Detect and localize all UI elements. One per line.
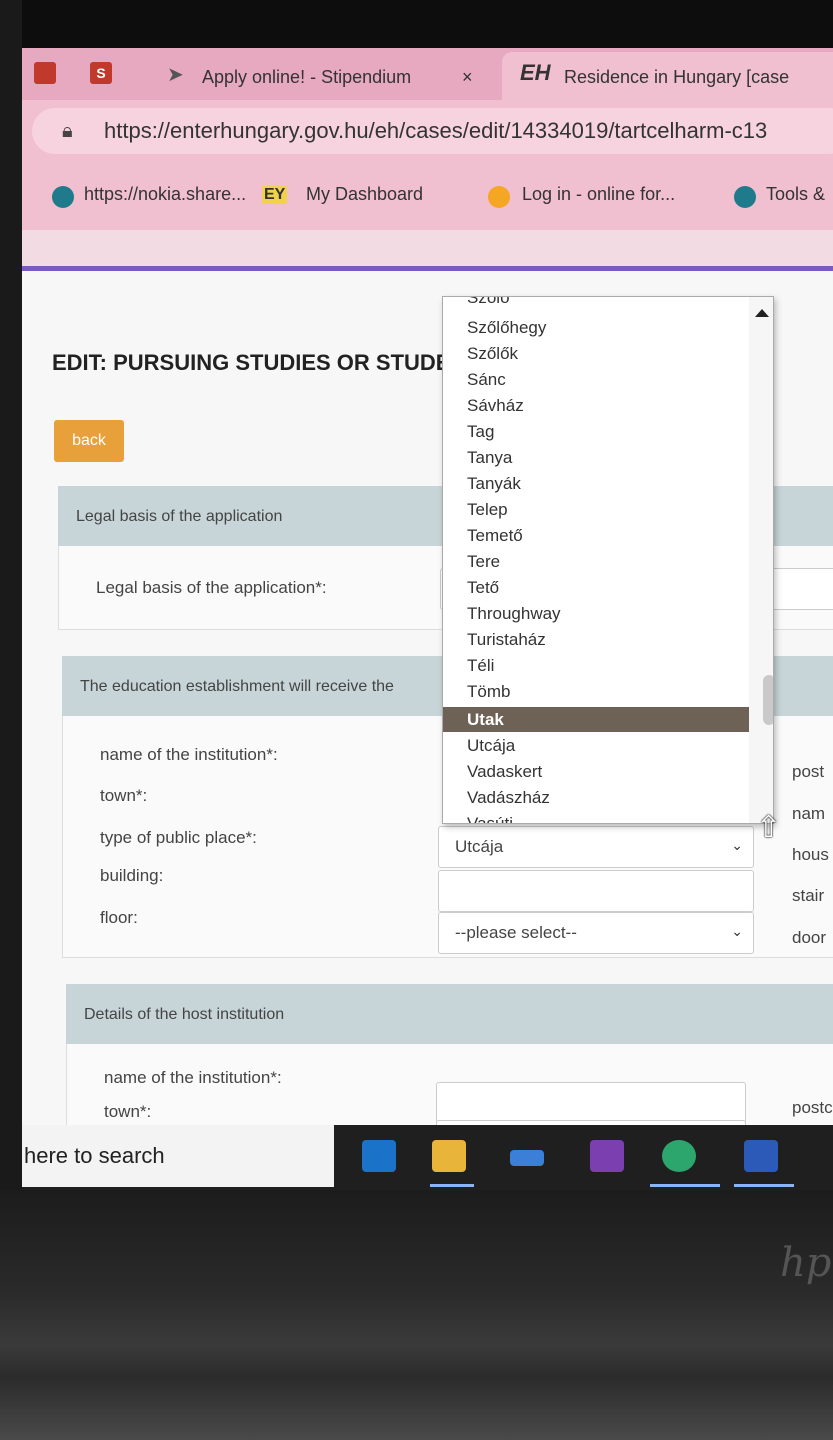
host-postcode-label: postc [792,1098,833,1117]
bookmark-nokia[interactable]: https://nokia.share... [84,184,246,205]
dropdown-option[interactable]: Tető [443,575,759,600]
floor-value: --please select-- [455,923,577,942]
host-institution-name-label: name of the institution*: [104,1068,282,1087]
sharepoint-icon [52,186,74,208]
app-icon[interactable] [510,1150,544,1166]
host-institution-header: Details of the host institution [66,984,833,1044]
dropdown-option[interactable]: Vadaskert [443,759,759,784]
url-text[interactable]: https://enterhungary.gov.hu/eh/cases/edi… [104,118,767,144]
dropdown-option[interactable]: Sávház [443,393,759,418]
dropdown-option[interactable]: Throughway [443,601,759,626]
word-active-indicator [734,1184,794,1187]
staircase-label: stair [792,886,825,905]
chevron-down-icon: ⌄ [731,923,743,939]
lock-icon[interactable]: 🔒︎ [62,120,73,143]
dropdown-option[interactable]: Temető [443,523,759,548]
taskbar-search-text[interactable]: here to search [24,1143,165,1169]
dropdown-option[interactable]: Vadászház [443,785,759,810]
word-icon[interactable] [744,1140,778,1172]
host-town-label: town*: [104,1102,152,1121]
dropdown-option[interactable]: Tanya [443,445,759,470]
dropdown-option[interactable]: Tanyák [443,471,759,496]
scroll-up-arrow-icon[interactable] [755,309,769,317]
legal-basis-header-text: Legal basis of the application [76,508,283,525]
onenote-icon[interactable] [590,1140,624,1172]
dropdown-option[interactable]: Szőlőhegy [443,315,759,340]
dropdown-option[interactable]: Turistaház [443,627,759,652]
page-header-strip [22,230,833,270]
hp-logo-icon: hp [780,1240,832,1286]
dropdown-option[interactable]: Szőlők [443,341,759,366]
dropdown-scrollbar[interactable] [749,297,773,823]
dropdown-option[interactable]: Tag [443,419,759,444]
dropdown-option[interactable]: Tere [443,549,759,574]
dropdown-option[interactable]: Téli [443,653,759,678]
outlook-icon[interactable] [362,1140,396,1172]
edge-icon[interactable] [662,1140,696,1172]
mouse-cursor-icon: ⇧ [756,811,782,844]
chevron-down-icon: ⌄ [731,837,743,853]
pinned-tab-s-icon[interactable]: S [90,62,112,84]
door-label: door [792,928,827,947]
screen: S ➤ Apply online! - Stipendium × EH Resi… [22,0,833,1200]
house-label: hous [792,845,829,864]
building-input[interactable] [438,870,754,912]
floor-select[interactable]: --please select-- ⌄ [438,912,754,954]
bookmark-my-dashboard[interactable]: My Dashboard [306,184,423,205]
tab-residence-label[interactable]: Residence in Hungary [case [564,60,789,94]
ey-icon: EY [262,186,288,204]
file-explorer-active-indicator [430,1184,474,1187]
app-icon[interactable] [34,62,56,84]
public-place-type-value: Utcája [455,837,504,856]
edge-active-indicator [650,1184,720,1187]
send-icon: ➤ [167,64,184,86]
postcode-label: post [792,762,825,781]
building-label: building: [100,866,164,885]
dropdown-option[interactable]: Szőlő [443,297,759,310]
public-place-type-label: type of public place*: [100,828,257,847]
bookmark-tools[interactable]: Tools & [766,184,825,205]
login-icon [488,186,510,208]
public-place-type-dropdown[interactable]: Szőlő Szőlőhegy Szőlők Sánc Sávház Tag T… [442,296,774,824]
host-institution-header-text: Details of the host institution [84,1006,285,1023]
institution-name-label: name of the institution*: [100,745,278,764]
public-place-type-select[interactable]: Utcája ⌄ [438,826,754,868]
screen-bezel-top [22,0,833,48]
back-button[interactable]: back [54,420,124,462]
dropdown-option-selected[interactable]: Utak [443,707,759,732]
scrollbar-thumb[interactable] [763,675,773,725]
dropdown-option[interactable]: Vasúti [443,811,759,823]
enterhungary-icon: EH [520,60,551,85]
name-label: nam [792,804,826,823]
page-title: EDIT: PURSUING STUDIES OR STUDEN [52,350,467,375]
dropdown-option[interactable]: Utcája [443,733,759,758]
floor-label: floor: [100,908,138,927]
laptop-bezel-bottom [0,1190,833,1440]
education-header-text: The education establishment will receive… [80,678,394,695]
host-institution-name-input[interactable] [436,1082,746,1124]
dropdown-option[interactable]: Sánc [443,367,759,392]
legal-basis-label: Legal basis of the application*: [96,578,327,597]
sharepoint-icon [734,186,756,208]
bookmark-login[interactable]: Log in - online for... [522,184,675,205]
tab-stipendium[interactable]: Apply online! - Stipendium [202,60,411,94]
file-explorer-icon[interactable] [432,1140,466,1172]
dropdown-option[interactable]: Tömb [443,679,759,704]
dropdown-option[interactable]: Telep [443,497,759,522]
town-label: town*: [100,786,148,805]
tab-close-icon[interactable]: × [462,60,473,94]
